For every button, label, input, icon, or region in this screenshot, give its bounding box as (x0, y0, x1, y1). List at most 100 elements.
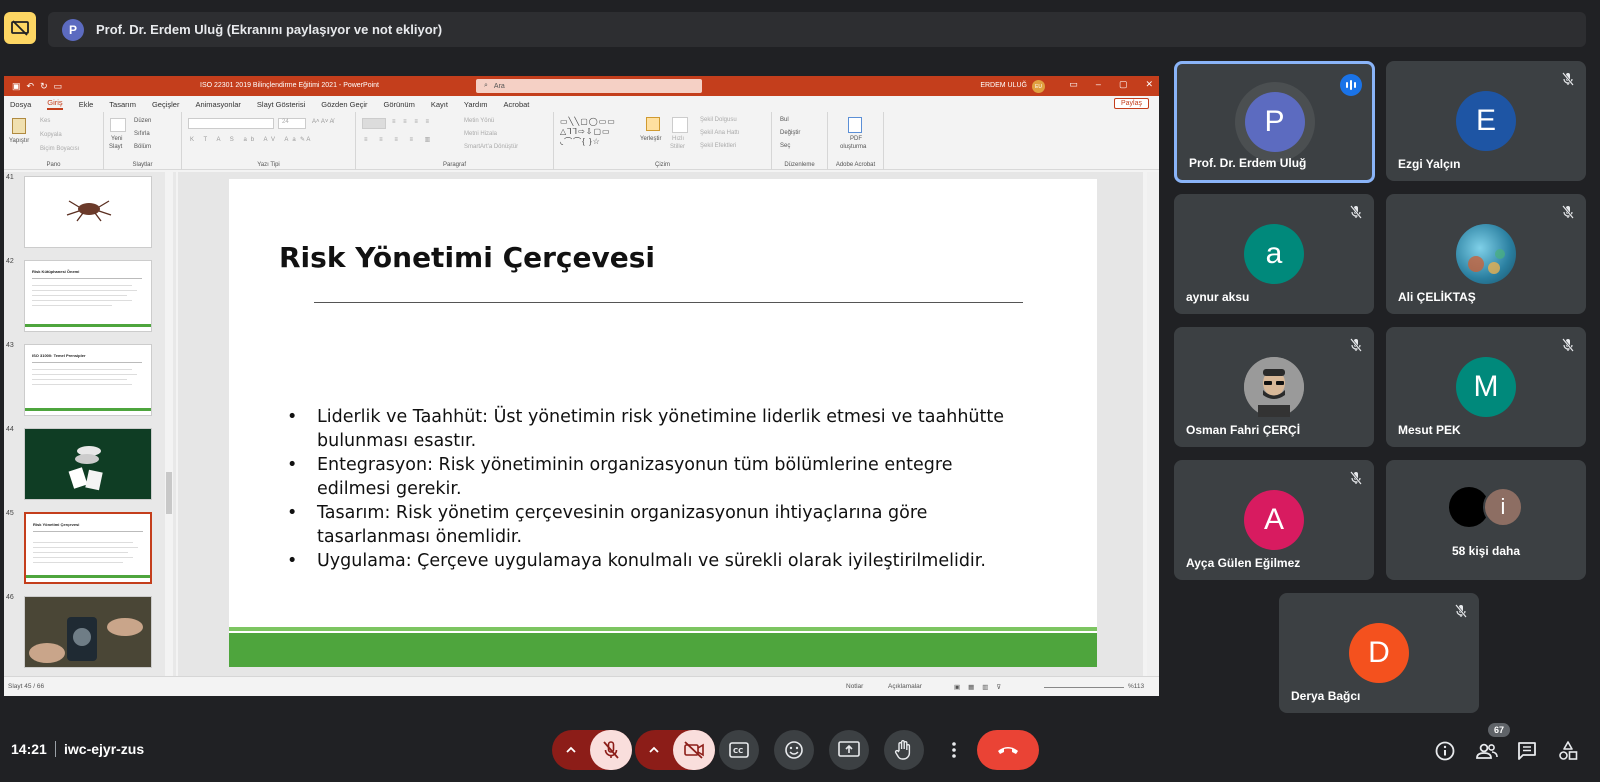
format-painter-label: Biçim Boyacısı (40, 146, 80, 152)
duzenleme-group-label: Düzenleme (784, 162, 815, 168)
closed-captions-icon: CC (729, 742, 749, 758)
smartart-label: SmartArt'a Dönüştür (464, 144, 519, 150)
window-controls: ▭ – ▢ ✕ (1069, 79, 1153, 90)
leave-call-button[interactable] (977, 730, 1039, 770)
participant-tile[interactable]: D Derya Bağcı (1279, 593, 1479, 713)
pdf-label-1: PDF (850, 136, 862, 142)
bullet-item: Uygulama: Çerçeve uygulamaya konulmalı v… (284, 549, 1024, 573)
meeting-info-icon[interactable] (1434, 740, 1456, 762)
menu-acrobat: Acrobat (503, 99, 530, 109)
paragraf-group-label: Paragraf (442, 162, 466, 168)
stop-presenting-icon[interactable] (4, 12, 36, 44)
bullets-icon (362, 118, 386, 129)
slide-editing-area: Risk Yönetimi Çerçevesi Liderlik ve Taah… (178, 172, 1143, 676)
camera-hands-thumbnail-image (25, 597, 151, 667)
participant-name: Derya Bağcı (1291, 689, 1361, 703)
shape-effects-label: Şekil Efektleri (700, 143, 737, 149)
participant-name: Ezgi Yalçın (1398, 157, 1461, 171)
undo-icon: ↶ (26, 80, 35, 91)
paste-icon (12, 118, 26, 134)
menu-giris: Giriş (47, 98, 63, 110)
audio-settings-chevron-icon[interactable] (552, 730, 590, 770)
ribbon-display-icon: ▭ (1069, 79, 1078, 89)
menu-yardim: Yardım (463, 99, 488, 109)
people-icon[interactable] (1475, 740, 1499, 762)
current-slide: Risk Yönetimi Çerçevesi Liderlik ve Taah… (229, 179, 1097, 667)
participant-avatar: i (1483, 487, 1523, 527)
zoom-slider (1044, 687, 1124, 688)
video-settings-chevron-icon[interactable] (635, 730, 673, 770)
presentation-status-text: Prof. Dr. Erdem Uluğ (Ekranını paylaşıyo… (96, 22, 443, 37)
pdf-icon (848, 117, 862, 133)
captions-button[interactable]: CC (719, 730, 759, 770)
quick-styles-icon (672, 117, 688, 133)
slide-scrollbar (1147, 172, 1159, 676)
mic-off-icon (1350, 471, 1362, 485)
mic-off-icon (1455, 604, 1467, 618)
camera-control (635, 730, 715, 770)
close-icon: ✕ (1145, 79, 1153, 89)
slide-thumbnail (24, 428, 152, 500)
minimize-icon: – (1095, 79, 1101, 89)
slide-thumbnail: ISO 31000: Temel Prensipler (24, 344, 152, 416)
align-text-label: Metni Hizala (464, 131, 498, 137)
camera-toggle-button[interactable] (673, 730, 715, 770)
new-slide-label-1: Yeni (111, 136, 123, 142)
menu-dosya: Dosya (10, 99, 32, 109)
font-size-box: 24 (278, 118, 306, 129)
text-direction-label: Metin Yönü (464, 118, 495, 124)
more-vert-icon (952, 742, 956, 758)
arrange-icon (646, 117, 660, 131)
pdf-label-2: oluşturma (840, 144, 867, 150)
speaking-indicator-icon (1340, 74, 1362, 96)
shapes-gallery: ▭╲╲▢◯▭▭ △⅂⅂⇨⇩▢▭ ◟⌒⌒{ }☆ (560, 117, 616, 146)
participant-tile[interactable]: a aynur aksu (1174, 194, 1374, 314)
shared-screen: ▣ ↶ ↻ ▭ ISO 22301 2019 Bilinçlendirme Eğ… (4, 76, 1159, 696)
slaytlar-group-label: Slaytlar (132, 162, 153, 168)
slide-thumbnail (24, 596, 152, 668)
participant-tile[interactable]: M Mesut PEK (1386, 327, 1586, 447)
participant-tile[interactable]: Osman Fahri ÇERÇİ (1174, 327, 1374, 447)
menu-tasarim: Tasarım (109, 99, 136, 109)
mic-off-icon (1562, 338, 1574, 352)
participant-name: Ayça Gülen Eğilmez (1186, 556, 1301, 570)
ppt-user-name: ERDEM ULUĞ (980, 82, 1027, 89)
ppt-document-title: ISO 22301 2019 Bilinçlendirme Eğitimi 20… (200, 82, 379, 89)
thumb-title: Risk Kütüphanesi Önemi (32, 269, 80, 274)
mic-toggle-button[interactable] (590, 730, 632, 770)
meeting-clock: 14:21 (11, 741, 47, 757)
present-now-button[interactable] (829, 730, 869, 770)
insect-thumbnail-image (66, 200, 112, 222)
participant-tile[interactable]: E Ezgi Yalçın (1386, 61, 1586, 181)
chat-icon[interactable] (1516, 740, 1538, 762)
participant-tile[interactable]: A Ayça Gülen Eğilmez (1174, 460, 1374, 580)
search-icon: ⌕ (484, 82, 488, 89)
raise-hand-button[interactable] (884, 730, 924, 770)
participant-tile[interactable]: Ali ÇELİKTAŞ (1386, 194, 1586, 314)
participant-avatar: P (1244, 92, 1305, 152)
bullet-item: Entegrasyon: Risk yönetiminin organizasy… (284, 453, 1024, 501)
reactions-button[interactable] (774, 730, 814, 770)
layout-label: Düzen (134, 118, 152, 124)
participant-photo-avatar (1456, 224, 1516, 284)
ribbon-group-acrobat: PDF oluşturma Adobe Acrobat (828, 112, 884, 170)
participant-name: Ali ÇELİKTAŞ (1398, 290, 1476, 304)
participant-tile-presenter[interactable]: P Prof. Dr. Erdem Uluğ (1174, 61, 1375, 183)
yazi-tipi-group-label: Yazı Tipi (257, 162, 280, 168)
slide-accent-stripe (229, 627, 1097, 631)
more-options-button[interactable] (939, 730, 969, 770)
menu-ekle: Ekle (78, 99, 94, 109)
slide-thumbnail-selected: Risk Yönetimi Çerçevesi (24, 512, 152, 584)
participant-name: Osman Fahri ÇERÇİ (1186, 423, 1301, 437)
coral-reef-image (1468, 249, 1505, 274)
maximize-icon: ▢ (1118, 79, 1128, 89)
start-show-icon: ▭ (53, 80, 63, 91)
more-participants-tile[interactable]: i 58 kişi daha (1386, 460, 1586, 580)
slide-thumbnail-pane: 41 42 Risk Kütüphanesi Önemi 43 ISO 3100… (4, 172, 176, 676)
new-slide-label-2: Slayt (109, 144, 123, 150)
arrange-label: Yerleştir (640, 136, 662, 142)
font-grow-icon: A˄ A˅ A̸ (312, 119, 334, 125)
menu-gorunum: Görünüm (383, 99, 415, 109)
microphone-control (552, 730, 632, 770)
activities-icon[interactable] (1557, 740, 1579, 762)
